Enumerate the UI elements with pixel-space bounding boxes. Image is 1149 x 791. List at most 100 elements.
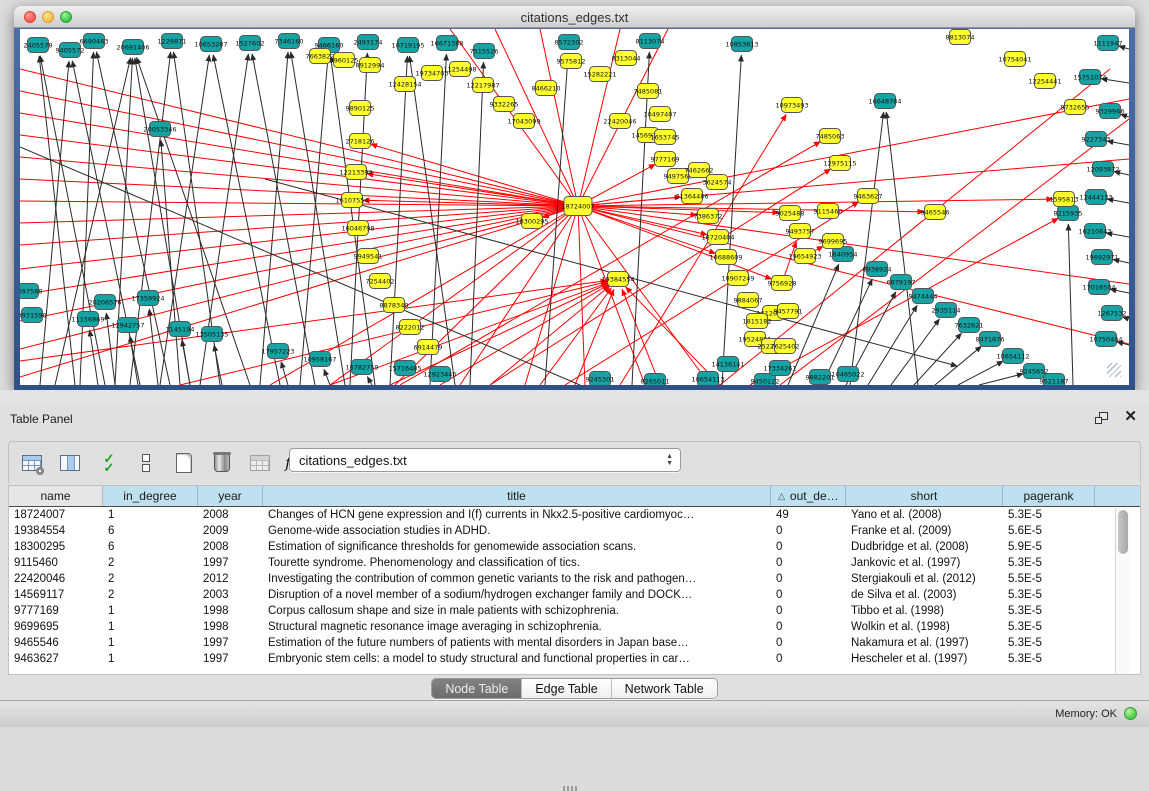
graph-node[interactable]: 1653745 bbox=[651, 130, 680, 145]
table-cell[interactable]: 2003 bbox=[198, 587, 263, 603]
graph-node[interactable]: 16671388 bbox=[430, 36, 463, 51]
table-cell[interactable]: 1 bbox=[103, 651, 198, 667]
graph-node[interactable]: 16648784 bbox=[868, 94, 901, 109]
graph-node[interactable]: 13505135 bbox=[195, 327, 228, 342]
graph-node[interactable]: 9457791 bbox=[774, 304, 803, 319]
table-cell[interactable]: 2008 bbox=[198, 539, 263, 555]
graph-node[interactable]: 17957223 bbox=[261, 344, 294, 359]
graph-node[interactable]: 8572302 bbox=[555, 35, 584, 50]
tab-network-table[interactable]: Network Table bbox=[612, 679, 717, 698]
table-cell[interactable]: 6 bbox=[103, 523, 198, 539]
table-cell[interactable]: 5.3E-5 bbox=[1003, 619, 1095, 635]
graph-node[interactable]: 9884067 bbox=[734, 293, 763, 308]
table-row[interactable]: 911546021997Tourette syndrome. Phenomeno… bbox=[9, 555, 1140, 571]
graph-node[interactable]: 6690463 bbox=[80, 34, 109, 49]
select-columns-button[interactable]: ✓✓ bbox=[95, 450, 121, 476]
graph-node[interactable]: 9115460 bbox=[814, 204, 843, 219]
table-cell[interactable]: 22420046 bbox=[9, 571, 103, 587]
float-panel-icon[interactable] bbox=[1095, 412, 1109, 425]
table-cell[interactable]: 9699695 bbox=[9, 619, 103, 635]
table-cell[interactable]: Jankovic et al. (1997) bbox=[846, 555, 1003, 571]
table-cell[interactable]: 1 bbox=[103, 619, 198, 635]
table-cell[interactable]: Dudbridge et al. (2008) bbox=[846, 539, 1003, 555]
graph-node[interactable]: 8113074 bbox=[636, 34, 665, 49]
graph-node[interactable]: 3624574 bbox=[703, 175, 732, 190]
graph-node[interactable]: 10688609 bbox=[709, 250, 742, 265]
graph-node[interactable]: 16210643 bbox=[1078, 224, 1111, 239]
canvas-resize-grip[interactable] bbox=[1107, 363, 1121, 377]
graph-node[interactable]: 2405578 bbox=[24, 38, 53, 53]
new-column-button[interactable] bbox=[171, 450, 197, 476]
table-cell[interactable]: 1 bbox=[103, 603, 198, 619]
graph-node[interactable]: 8813074 bbox=[946, 30, 975, 45]
column-header-in_degree[interactable]: in_degree bbox=[103, 486, 198, 506]
graph-node[interactable]: 16720404 bbox=[701, 230, 734, 245]
graph-node[interactable]: 9575812 bbox=[557, 54, 586, 69]
graph-node[interactable]: 12254441 bbox=[1028, 74, 1061, 89]
column-header-name[interactable]: name bbox=[9, 486, 103, 506]
graph-node[interactable]: 7632621 bbox=[955, 318, 984, 333]
graph-node[interactable]: 9949541 bbox=[354, 249, 383, 264]
graph-node[interactable]: 12942757 bbox=[111, 318, 144, 333]
scrollbar-thumb[interactable] bbox=[1118, 510, 1128, 554]
table-cell[interactable]: 5.6E-5 bbox=[1003, 523, 1095, 539]
table-cell[interactable]: 9777169 bbox=[9, 603, 103, 619]
table-cell[interactable]: 0 bbox=[771, 523, 846, 539]
graph-node[interactable]: 10465022 bbox=[831, 367, 864, 382]
close-panel-icon[interactable]: ✕ bbox=[1124, 409, 1137, 425]
table-cell[interactable]: 2008 bbox=[198, 507, 263, 523]
graph-node[interactable]: 7254402 bbox=[366, 274, 395, 289]
graph-node[interactable]: 7386372 bbox=[694, 209, 723, 224]
table-cell[interactable]: Stergiakouli et al. (2012) bbox=[846, 571, 1003, 587]
graph-node[interactable]: 15282221 bbox=[583, 67, 616, 82]
show-columns-button[interactable] bbox=[57, 450, 83, 476]
table-cell[interactable]: 5.3E-5 bbox=[1003, 507, 1095, 523]
graph-node[interactable]: 2718126 bbox=[346, 134, 375, 149]
graph-node[interactable]: 8912994 bbox=[356, 58, 385, 73]
pane-splitter[interactable] bbox=[0, 390, 1149, 405]
table-cell[interactable]: Genome-wide association studies in ADHD. bbox=[263, 523, 771, 539]
graph-node[interactable]: 21364486 bbox=[675, 189, 708, 204]
table-cell[interactable]: 5.3E-5 bbox=[1003, 603, 1095, 619]
graph-node[interactable]: 8878340 bbox=[380, 298, 409, 313]
table-cell[interactable]: 0 bbox=[771, 651, 846, 667]
table-row[interactable]: 946362711997Embryonic stem cells: a mode… bbox=[9, 651, 1140, 667]
table-cell[interactable]: 2 bbox=[103, 587, 198, 603]
table-cell[interactable]: 0 bbox=[771, 571, 846, 587]
table-cell[interactable]: 49 bbox=[771, 507, 846, 523]
table-cell[interactable]: 0 bbox=[771, 635, 846, 651]
column-header-out_de[interactable]: △ out_de… bbox=[771, 486, 846, 506]
table-cell[interactable]: Franke et al. (2009) bbox=[846, 523, 1003, 539]
graph-node[interactable]: 9329966 bbox=[1096, 104, 1125, 119]
graph-node[interactable]: 2935114 bbox=[932, 303, 961, 318]
table-row[interactable]: 1830029562008Estimation of significance … bbox=[9, 539, 1140, 555]
column-header-short[interactable]: short bbox=[846, 486, 1003, 506]
graph-node[interactable]: 7346160 bbox=[275, 34, 304, 49]
graph-node[interactable]: 9025488 bbox=[776, 206, 805, 221]
graph-node[interactable]: 9756928 bbox=[768, 276, 797, 291]
delete-column-button[interactable] bbox=[209, 450, 235, 476]
table-cell[interactable]: 18724007 bbox=[9, 507, 103, 523]
graph-node[interactable]: 1145194 bbox=[166, 322, 195, 337]
table-cell[interactable]: 9465546 bbox=[9, 635, 103, 651]
tab-edge-table[interactable]: Edge Table bbox=[522, 679, 611, 698]
graph-node[interactable]: 10853813 bbox=[725, 37, 758, 52]
table-row[interactable]: 1456911722003Disruption of a novel membe… bbox=[9, 587, 1140, 603]
table-row[interactable]: 977716911998Corpus callosum shape and si… bbox=[9, 603, 1140, 619]
graph-node[interactable]: 18907249 bbox=[721, 271, 754, 286]
graph-node[interactable]: 10654113 bbox=[691, 372, 724, 386]
table-cell[interactable]: 9115460 bbox=[9, 555, 103, 571]
table-cell[interactable]: de Silva et al. (2003) bbox=[846, 587, 1003, 603]
vertical-scrollbar[interactable] bbox=[1115, 508, 1130, 675]
column-header-year[interactable]: year bbox=[198, 486, 263, 506]
table-cell[interactable]: 2012 bbox=[198, 571, 263, 587]
table-cell[interactable]: 1997 bbox=[198, 635, 263, 651]
table-cell[interactable]: Structural magnetic resonance image aver… bbox=[263, 619, 771, 635]
table-row[interactable]: 2242004622012Investigating the contribut… bbox=[9, 571, 1140, 587]
table-cell[interactable]: 2009 bbox=[198, 523, 263, 539]
table-source-dropdown[interactable]: citations_edges.txt ▲▼ bbox=[289, 448, 681, 472]
table-cell[interactable]: 5.3E-5 bbox=[1003, 555, 1095, 571]
table-cell[interactable]: Estimation of the future numbers of pati… bbox=[263, 635, 771, 651]
graph-node[interactable]: 10719195 bbox=[391, 38, 424, 53]
graph-node[interactable]: 9227343 bbox=[1082, 132, 1111, 147]
